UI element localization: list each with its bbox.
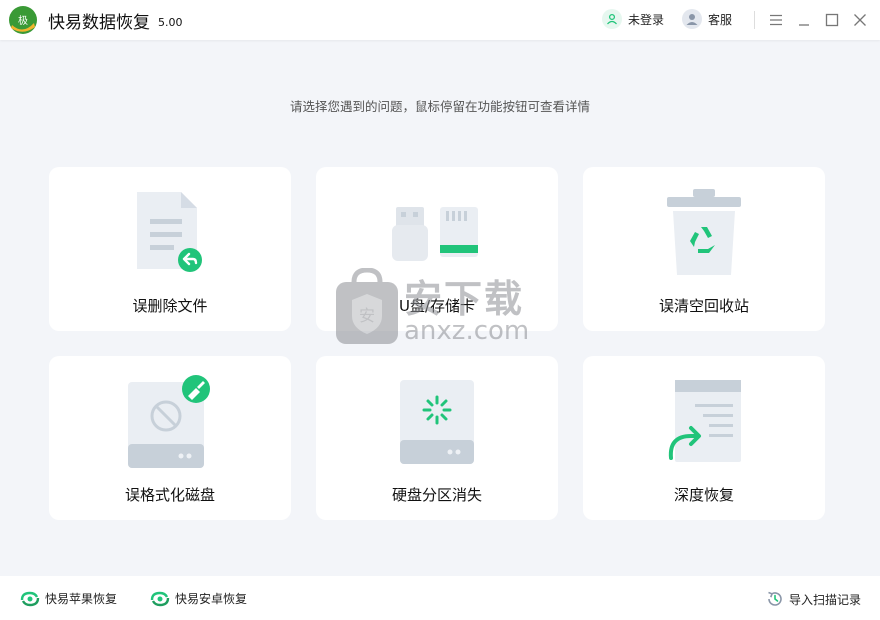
card-usb-storage[interactable]: U盘/存储卡: [316, 167, 558, 331]
login-label: 未登录: [628, 12, 665, 27]
footer-bar: 快易苹果恢复 快易安卓恢复 导入扫描记录: [0, 576, 880, 620]
card-deep-recovery[interactable]: 深度恢复: [583, 356, 825, 520]
lost-partition-icon: [400, 380, 474, 464]
card-label: 误删除文件: [132, 297, 208, 315]
minimize-icon: [799, 24, 809, 26]
maximize-icon: [825, 13, 839, 27]
card-label: 硬盘分区消失: [391, 486, 482, 504]
card-label: 误格式化磁盘: [124, 486, 215, 504]
recycle-bin-icon: [667, 189, 741, 275]
service-button[interactable]: 客服: [682, 9, 732, 29]
deleted-file-icon: [137, 192, 202, 272]
login-button[interactable]: 未登录: [602, 9, 664, 29]
apple-recovery-link[interactable]: 快易苹果恢复: [20, 590, 117, 607]
app-version: 5.00: [158, 16, 183, 29]
svg-text:极: 极: [18, 14, 28, 27]
close-button[interactable]: [850, 10, 870, 30]
card-deleted-files[interactable]: 误删除文件: [49, 167, 291, 331]
menu-icon: [770, 14, 782, 26]
card-label: 深度恢复: [673, 486, 734, 504]
minimize-button[interactable]: [794, 10, 814, 30]
apple-recovery-label: 快易苹果恢复: [45, 592, 118, 606]
deep-recovery-icon: [668, 380, 741, 462]
card-label: 误清空回收站: [658, 297, 749, 315]
user-icon: [602, 9, 622, 29]
usb-sd-card-icon: [392, 207, 478, 261]
instruction-text: 请选择您遇到的问题，鼠标停留在功能按钮可查看详情: [289, 99, 590, 114]
android-recovery-link[interactable]: 快易安卓恢复: [150, 590, 247, 607]
formatted-disk-icon: [128, 375, 210, 468]
menu-button[interactable]: [766, 10, 786, 30]
maximize-button[interactable]: [822, 10, 842, 30]
close-icon: [854, 14, 866, 26]
recovery-logo-icon: [20, 591, 40, 606]
app-title: 快易数据恢复: [48, 13, 150, 33]
app-logo: 极: [9, 6, 37, 34]
titlebar-divider: [754, 11, 755, 29]
import-scan-record-label: 导入扫描记录: [789, 592, 862, 607]
recovery-logo-icon: [150, 591, 170, 606]
card-formatted-disk[interactable]: 误格式化磁盘: [49, 356, 291, 520]
android-recovery-label: 快易安卓恢复: [175, 592, 248, 606]
customer-service-icon: [682, 9, 702, 29]
title-bar: 极 快易数据恢复 5.00 未登录 客服: [0, 0, 880, 40]
import-scan-record-link[interactable]: 导入扫描记录: [766, 590, 861, 608]
card-label: U盘/存储卡: [398, 297, 476, 315]
service-label: 客服: [708, 12, 733, 27]
history-icon: [768, 591, 782, 606]
card-lost-partition[interactable]: 硬盘分区消失: [316, 356, 558, 520]
card-recycle-bin[interactable]: 误清空回收站: [583, 167, 825, 331]
